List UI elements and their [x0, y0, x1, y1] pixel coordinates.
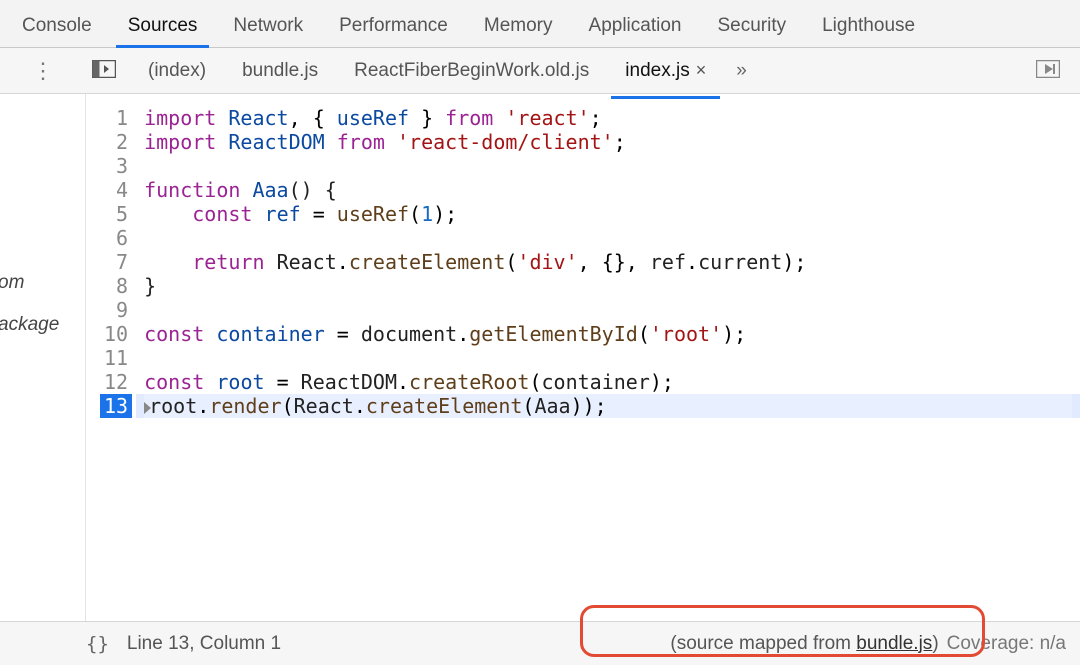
cursor-position: Line 13, Column 1 [127, 633, 281, 655]
code-editor[interactable]: 12345678910111213 import React, { useRef… [86, 94, 1080, 621]
panel-tab-security[interactable]: Security [699, 5, 804, 47]
panel-tab-lighthouse[interactable]: Lighthouse [804, 5, 933, 47]
sidebar-fragment: ackage [0, 314, 59, 336]
panel-tab-console[interactable]: Console [4, 5, 110, 47]
overflow-tabs-icon[interactable]: » [724, 52, 759, 90]
file-tab[interactable]: index.js × [607, 52, 724, 90]
panel-tab-performance[interactable]: Performance [321, 5, 466, 47]
file-tab-label: ReactFiberBeginWork.old.js [354, 60, 589, 82]
run-snippet-icon[interactable] [1036, 60, 1060, 82]
file-tab-label: bundle.js [242, 60, 318, 82]
status-bar: {} Line 13, Column 1 (source mapped from… [0, 621, 1080, 665]
file-tab-label: index.js [625, 60, 689, 82]
panel-tab-network[interactable]: Network [215, 5, 321, 47]
navigator-toggle-icon[interactable] [92, 60, 116, 82]
close-icon[interactable]: × [696, 60, 707, 81]
panel-tab-memory[interactable]: Memory [466, 5, 571, 47]
devtools-panel-tabs: ConsoleSourcesNetworkPerformanceMemoryAp… [0, 0, 1080, 48]
line-number-gutter: 12345678910111213 [86, 94, 136, 621]
coverage-info: Coverage: n/a [947, 633, 1066, 655]
sources-main: om ackage 12345678910111213 import React… [0, 94, 1080, 621]
panel-tab-application[interactable]: Application [571, 5, 700, 47]
file-tab[interactable]: ReactFiberBeginWork.old.js [336, 52, 607, 90]
more-options-icon[interactable]: ⋮ [0, 58, 86, 84]
source-map-info[interactable]: (source mapped from bundle.js) [670, 633, 938, 655]
file-tab-label: (index) [148, 60, 206, 82]
code-content[interactable]: import React, { useRef } from 'react';im… [136, 94, 1080, 621]
panel-tab-sources[interactable]: Sources [110, 5, 216, 47]
navigator-sidebar[interactable]: om ackage [0, 94, 86, 621]
file-tab[interactable]: (index) [130, 52, 224, 90]
pretty-print-icon[interactable]: {} [86, 633, 109, 655]
file-tab[interactable]: bundle.js [224, 52, 336, 90]
sources-toolbar: ⋮ (index) bundle.js ReactFiberBeginWork.ol… [0, 48, 1080, 94]
sidebar-fragment: om [0, 272, 24, 294]
